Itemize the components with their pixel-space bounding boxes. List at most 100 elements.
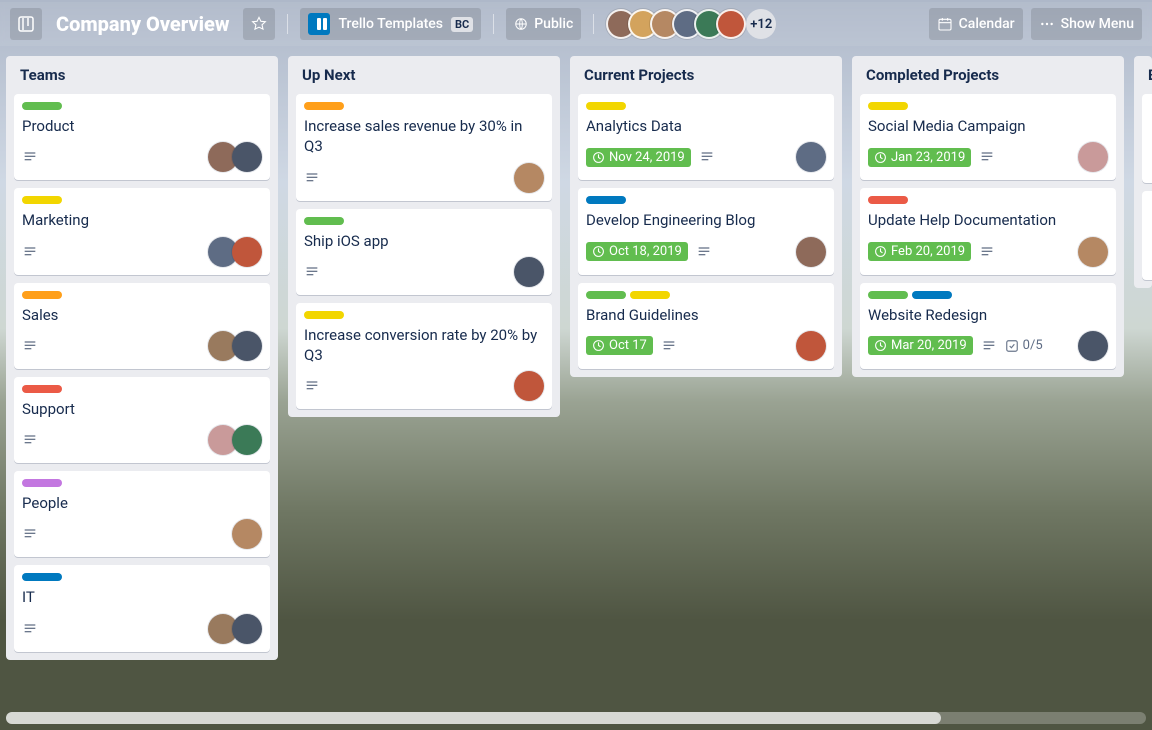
label-orange[interactable] xyxy=(304,102,344,110)
description-icon xyxy=(304,170,320,186)
label-blue[interactable] xyxy=(22,573,62,581)
member-avatar[interactable] xyxy=(232,614,262,644)
label-blue[interactable] xyxy=(912,291,952,299)
label-purple[interactable] xyxy=(22,479,62,487)
card[interactable]: Website RedesignMar 20, 20190/5 xyxy=(860,283,1116,369)
member-avatar[interactable] xyxy=(232,331,262,361)
card-labels xyxy=(22,385,262,393)
card[interactable]: Product xyxy=(14,94,270,180)
ellipsis-icon xyxy=(1039,16,1055,32)
list-name[interactable]: Teams xyxy=(14,64,270,86)
card-members xyxy=(514,371,544,401)
member-avatar[interactable] xyxy=(232,237,262,267)
due-date-badge[interactable]: Nov 24, 2019 xyxy=(586,148,691,167)
member-avatar[interactable] xyxy=(232,519,262,549)
label-yellow[interactable] xyxy=(586,102,626,110)
card-badges xyxy=(22,432,38,448)
more-members-count[interactable]: +12 xyxy=(746,9,776,39)
member-avatar[interactable] xyxy=(1078,142,1108,172)
member-avatar[interactable] xyxy=(514,163,544,193)
card-members xyxy=(232,519,262,549)
label-yellow[interactable] xyxy=(630,291,670,299)
list: Completed Projects Social Media Campaign J… xyxy=(852,56,1124,377)
label-orange[interactable] xyxy=(22,291,62,299)
description-icon xyxy=(304,264,320,280)
divider xyxy=(287,14,288,34)
card-labels xyxy=(22,196,262,204)
card-members xyxy=(514,257,544,287)
description-icon xyxy=(22,621,38,637)
label-yellow[interactable] xyxy=(304,311,344,319)
card[interactable]: Ship iOS app xyxy=(296,209,552,295)
visibility-button[interactable]: Public xyxy=(506,8,581,40)
star-board-button[interactable] xyxy=(243,8,275,40)
card[interactable]: Marketing xyxy=(14,188,270,274)
due-date-badge[interactable]: Mar 20, 2019 xyxy=(868,336,973,355)
card[interactable]: Increase conversion rate by 20% by Q3 xyxy=(296,303,552,410)
label-green[interactable] xyxy=(868,291,908,299)
board-members[interactable] xyxy=(606,9,746,39)
board-canvas[interactable]: Teams ProductMarketing SalesSupport People I… xyxy=(0,46,1152,730)
label-green[interactable] xyxy=(586,291,626,299)
card[interactable]: Analytics DataNov 24, 2019 xyxy=(578,94,834,180)
label-green[interactable] xyxy=(304,217,344,225)
checklist-badge[interactable]: 0/5 xyxy=(1005,338,1043,353)
card-footer: Mar 20, 2019 0/5 xyxy=(868,331,1108,361)
card-footer: Feb 20, 2019 xyxy=(868,237,1108,267)
card[interactable]: IT xyxy=(14,565,270,651)
card[interactable]: Brand GuidelinesOct 17 xyxy=(578,283,834,369)
card-badges xyxy=(22,244,38,260)
member-avatar[interactable] xyxy=(796,331,826,361)
due-date-badge[interactable]: Feb 20, 2019 xyxy=(868,242,971,261)
card[interactable]: Support xyxy=(14,377,270,463)
show-menu-button[interactable]: Show Menu xyxy=(1031,8,1142,40)
label-green[interactable] xyxy=(22,102,62,110)
calendar-button[interactable]: Calendar xyxy=(929,8,1023,40)
card-footer xyxy=(22,237,262,267)
member-avatar[interactable] xyxy=(514,371,544,401)
member-avatar[interactable] xyxy=(796,142,826,172)
card[interactable]: People xyxy=(14,471,270,557)
list-name[interactable]: Completed Projects xyxy=(860,64,1116,86)
member-avatar[interactable] xyxy=(1078,331,1108,361)
card-title: Ship iOS app xyxy=(304,231,544,251)
card-title: Develop Engineering Blog xyxy=(586,210,826,230)
board-title[interactable]: Company Overview xyxy=(50,12,235,36)
list: B BrCre Brande xyxy=(1134,56,1152,288)
label-yellow[interactable] xyxy=(22,196,62,204)
member-avatar[interactable] xyxy=(1078,237,1108,267)
card[interactable]: Brande xyxy=(1142,191,1152,280)
due-date-badge[interactable]: Oct 17 xyxy=(586,336,653,355)
member-avatar[interactable] xyxy=(514,257,544,287)
due-date-badge[interactable]: Jan 23, 2019 xyxy=(868,148,971,167)
card[interactable]: Sales xyxy=(14,283,270,369)
card[interactable]: Increase sales revenue by 30% in Q3 xyxy=(296,94,552,201)
member-avatar[interactable] xyxy=(232,425,262,455)
member-avatar[interactable] xyxy=(232,142,262,172)
label-red[interactable] xyxy=(22,385,62,393)
member-avatar[interactable] xyxy=(796,237,826,267)
card-labels xyxy=(22,573,262,581)
card[interactable]: Update Help DocumentationFeb 20, 2019 xyxy=(860,188,1116,274)
card[interactable]: BrCre xyxy=(1142,94,1152,183)
list-name[interactable]: Up Next xyxy=(296,64,552,86)
horizontal-scrollbar[interactable] xyxy=(6,712,1146,724)
card[interactable]: Social Media Campaign Jan 23, 2019 xyxy=(860,94,1116,180)
label-red[interactable] xyxy=(868,196,908,204)
scrollbar-thumb[interactable] xyxy=(6,712,941,724)
list-name[interactable]: Current Projects xyxy=(578,64,834,86)
board-views-button[interactable] xyxy=(10,8,42,40)
label-blue[interactable] xyxy=(586,196,626,204)
label-yellow[interactable] xyxy=(868,102,908,110)
card-title: Social Media Campaign xyxy=(868,116,1108,136)
card[interactable]: Develop Engineering Blog Oct 18, 2019 xyxy=(578,188,834,274)
card-title: People xyxy=(22,493,262,513)
description-icon xyxy=(22,432,38,448)
list: Current Projects Analytics DataNov 24, 20… xyxy=(570,56,842,377)
template-source-button[interactable]: Trello Templates BC xyxy=(300,8,481,40)
member-avatar[interactable] xyxy=(716,9,746,39)
card-badges xyxy=(304,170,320,186)
due-date-text: Mar 20, 2019 xyxy=(891,338,967,353)
list-name[interactable]: B xyxy=(1142,64,1152,86)
due-date-badge[interactable]: Oct 18, 2019 xyxy=(586,242,688,261)
